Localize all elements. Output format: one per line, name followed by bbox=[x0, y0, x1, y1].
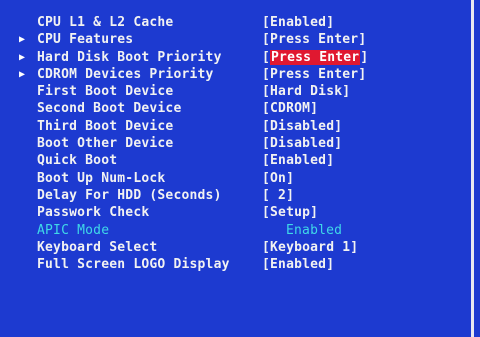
setting-value[interactable]: [Keyboard 1] bbox=[262, 239, 358, 256]
setting-boot-up-num-lock[interactable]: Boot Up Num-Lock [On] bbox=[0, 170, 470, 187]
setting-value[interactable]: [Setup] bbox=[262, 204, 318, 221]
setting-label: First Boot Device bbox=[37, 84, 174, 100]
setting-label: Boot Up Num-Lock bbox=[37, 170, 166, 186]
setting-second-boot-device[interactable]: Second Boot Device [CDROM] bbox=[0, 100, 470, 117]
setting-label: Third Boot Device bbox=[37, 118, 174, 134]
setting-value-readonly: Enabled bbox=[286, 222, 343, 238]
submenu-arrow-icon: ▶ bbox=[19, 68, 26, 80]
submenu-arrow-icon: ▶ bbox=[19, 51, 26, 63]
setting-value[interactable]: [Press Enter] bbox=[262, 31, 366, 48]
setting-label: Hard Disk Boot Priority bbox=[37, 49, 222, 65]
setting-quick-boot[interactable]: Quick Boot [Enabled] bbox=[0, 152, 470, 169]
setting-value[interactable]: [Disabled] bbox=[262, 135, 342, 152]
setting-hard-disk-boot-priority[interactable]: ▶ Hard Disk Boot Priority [Press Enter] bbox=[0, 49, 470, 66]
setting-value[interactable]: [Press Enter] bbox=[262, 66, 366, 83]
setting-delay-for-hdd[interactable]: Delay For HDD (Seconds) [ 2] bbox=[0, 187, 470, 204]
setting-value[interactable]: [ 2] bbox=[262, 187, 294, 204]
setting-label: Full Screen LOGO Display bbox=[37, 257, 230, 273]
setting-passwork-check[interactable]: Passwork Check [Setup] bbox=[0, 204, 470, 221]
setting-boot-other-device[interactable]: Boot Other Device [Disabled] bbox=[0, 135, 470, 152]
setting-label: Delay For HDD (Seconds) bbox=[37, 187, 222, 203]
window-border bbox=[471, 0, 474, 337]
setting-label: CDROM Devices Priority bbox=[37, 66, 214, 82]
setting-value[interactable]: [Disabled] bbox=[262, 118, 342, 135]
setting-label: Quick Boot bbox=[37, 153, 118, 169]
setting-label: CPU L1 & L2 Cache bbox=[37, 15, 174, 30]
setting-third-boot-device[interactable]: Third Boot Device [Disabled] bbox=[0, 118, 470, 135]
submenu-arrow-icon: ▶ bbox=[19, 34, 26, 46]
setting-label: Keyboard Select bbox=[37, 239, 158, 255]
setting-value[interactable]: [Hard Disk] bbox=[262, 83, 350, 100]
bios-setup-screen: CPU L1 & L2 Cache [Enabled] ▶ CPU Featur… bbox=[0, 0, 480, 337]
setting-label: APIC Mode bbox=[37, 222, 110, 238]
setting-label: Second Boot Device bbox=[37, 101, 182, 117]
setting-value-selected[interactable]: [Press Enter] bbox=[262, 49, 368, 66]
selection-highlight: Press Enter bbox=[270, 49, 361, 65]
setting-cpu-features[interactable]: ▶ CPU Features [Press Enter] bbox=[0, 31, 470, 48]
setting-label: Boot Other Device bbox=[37, 136, 174, 152]
setting-value[interactable]: [Enabled] bbox=[262, 256, 334, 273]
setting-label: Passwork Check bbox=[37, 205, 150, 221]
setting-first-boot-device[interactable]: First Boot Device [Hard Disk] bbox=[0, 83, 470, 100]
setting-value[interactable]: [Enabled] bbox=[262, 152, 334, 169]
setting-cpu-cache[interactable]: CPU L1 & L2 Cache [Enabled] bbox=[0, 14, 470, 31]
setting-full-screen-logo[interactable]: Full Screen LOGO Display [Enabled] bbox=[0, 256, 470, 273]
setting-keyboard-select[interactable]: Keyboard Select [Keyboard 1] bbox=[0, 239, 470, 256]
setting-apic-mode: APIC Mode Enabled bbox=[0, 222, 470, 239]
setting-cdrom-devices-priority[interactable]: ▶ CDROM Devices Priority [Press Enter] bbox=[0, 66, 470, 83]
setting-value[interactable]: [On] bbox=[262, 170, 294, 187]
setting-value[interactable]: [CDROM] bbox=[262, 100, 318, 117]
settings-list: CPU L1 & L2 Cache [Enabled] ▶ CPU Featur… bbox=[0, 14, 470, 273]
setting-value[interactable]: [Enabled] bbox=[262, 14, 334, 31]
setting-label: CPU Features bbox=[37, 32, 134, 48]
